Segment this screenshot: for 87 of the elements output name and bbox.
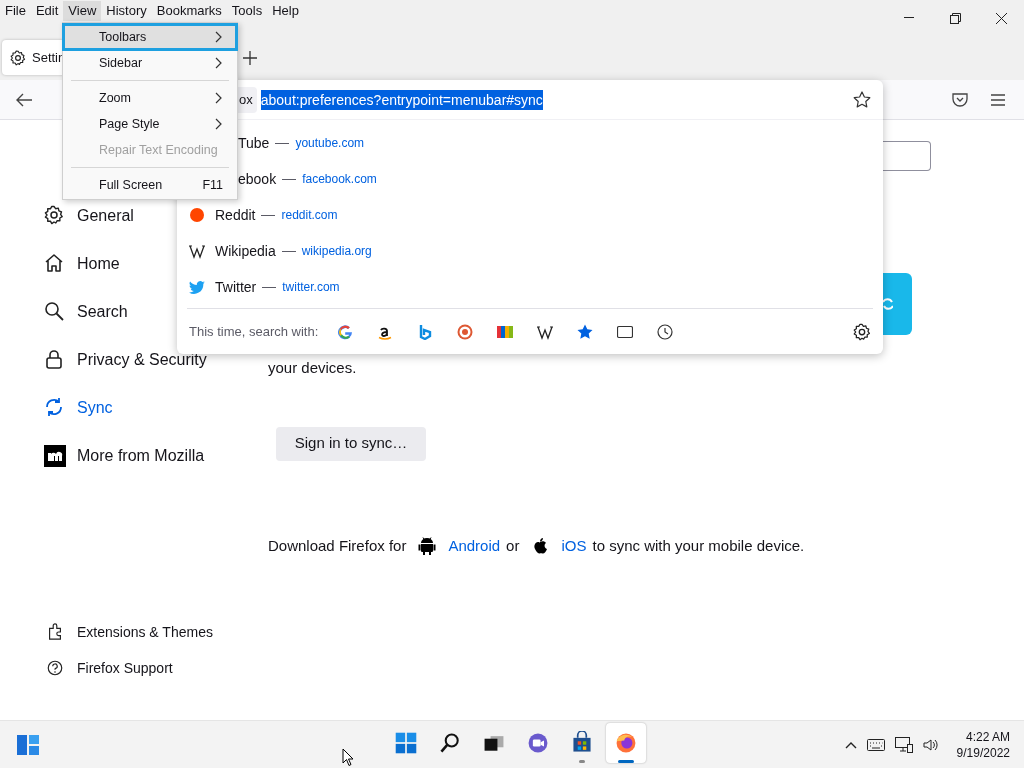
download-text: Download Firefox for Android or iOS to sync with your mobile device. — [268, 534, 805, 557]
chevron-right-icon — [215, 31, 223, 43]
dash-separator — [262, 286, 277, 288]
category-link[interactable]: Home — [44, 240, 120, 288]
menu-icon — [991, 93, 1005, 106]
search-engine-icon — [417, 323, 434, 340]
category-link[interactable]: More from Mozilla — [44, 432, 205, 480]
settings-icon — [853, 322, 871, 341]
body-text: your devices. — [268, 358, 357, 378]
letter-w-icon — [189, 243, 205, 259]
new-tab-button[interactable] — [240, 48, 260, 68]
search-icon — [44, 301, 66, 323]
suggestion-row[interactable]: Wikipedia wikipedia.org — [177, 233, 883, 269]
clock-icon — [657, 323, 674, 340]
star-icon — [853, 90, 871, 109]
circle-icon — [189, 207, 205, 223]
chevron-up-icon[interactable] — [844, 740, 857, 749]
menu-item[interactable]: Tools — [226, 1, 268, 21]
menu-item[interactable]: Toolbars — [63, 24, 237, 50]
sidebar-link[interactable]: Extensions & Themes — [46, 614, 246, 650]
dash-separator — [261, 214, 276, 216]
menu-item[interactable]: Page Style — [63, 111, 237, 137]
search-icon — [438, 731, 462, 755]
browser-icon — [614, 731, 638, 755]
pocket-icon — [952, 92, 968, 107]
menu-item[interactable]: Bookmarks — [151, 1, 227, 21]
chevron-right-icon — [215, 92, 223, 104]
back-arrow-icon — [16, 92, 32, 107]
keyboard-icon[interactable] — [866, 738, 885, 751]
menu-item[interactable]: File — [0, 1, 31, 21]
chevron-right-icon — [215, 57, 223, 69]
dash-separator — [281, 250, 296, 252]
start-icon — [394, 731, 418, 755]
letter-w-icon — [537, 323, 554, 340]
search-engine-button[interactable] — [537, 323, 554, 340]
search-engine-button[interactable] — [657, 323, 674, 340]
running-indicator — [618, 760, 634, 763]
sidebar-link[interactable]: Firefox Support — [46, 650, 246, 686]
gear-icon — [44, 205, 66, 227]
menu-item[interactable]: Help — [267, 1, 304, 21]
star-icon — [577, 323, 594, 340]
sign-in-button[interactable]: Sign in to sync… — [276, 426, 426, 461]
suggestion-row[interactable]: ebook facebook.com — [238, 161, 883, 197]
gear-icon — [10, 49, 26, 66]
puzzle-icon — [46, 623, 64, 641]
dash-separator — [275, 142, 290, 144]
search-engine-button[interactable] — [617, 323, 634, 340]
url-field[interactable]: about:preferences?entrypoint=menubar#sync — [260, 89, 543, 110]
link[interactable]: Android — [448, 534, 501, 557]
tab-icon — [617, 323, 634, 340]
category-link[interactable]: Sync — [44, 384, 113, 432]
suggestion-row[interactable]: Tube youtube.com — [238, 125, 883, 161]
bird-icon — [189, 279, 205, 295]
close-icon — [995, 12, 1007, 24]
search-engine-icon — [497, 323, 514, 340]
apple-icon — [531, 536, 550, 555]
clock-date[interactable]: 9/19/2022 — [956, 744, 1010, 761]
menu-item[interactable]: Edit — [30, 1, 64, 21]
menu-item[interactable]: Sidebar — [63, 50, 237, 76]
search-engine-icon — [457, 323, 474, 340]
dash-separator — [282, 178, 297, 180]
menu-item[interactable]: Zoom — [63, 85, 237, 111]
running-indicator — [579, 760, 585, 763]
plus-icon — [243, 51, 257, 65]
search-engine-icon — [337, 323, 354, 340]
help-icon — [46, 659, 64, 677]
shortcut-text: F11 — [202, 176, 223, 194]
widgets-icon — [16, 733, 40, 756]
identity-box[interactable]: ox — [237, 86, 257, 113]
store-icon — [570, 731, 594, 755]
restore-icon — [949, 12, 961, 24]
android-icon — [418, 536, 437, 555]
settings-button[interactable] — [853, 322, 871, 341]
link[interactable]: iOS — [561, 534, 587, 557]
search-field[interactable] — [883, 141, 931, 171]
chevron-right-icon — [215, 118, 223, 130]
menu-item[interactable]: History — [101, 1, 152, 21]
suggestion-row[interactable]: Twitter twitter.com — [177, 269, 883, 305]
logo-icon — [44, 445, 66, 467]
volume-icon[interactable] — [922, 737, 939, 752]
chat-icon — [526, 731, 550, 755]
category-link[interactable]: Search — [44, 288, 128, 336]
menu-item[interactable]: View — [63, 1, 102, 21]
minimize-icon — [904, 17, 914, 19]
clock-time[interactable]: 4:22 AM — [965, 728, 1010, 745]
suggestion-row[interactable]: Reddit reddit.com — [177, 197, 883, 233]
network-icon[interactable] — [894, 736, 913, 753]
